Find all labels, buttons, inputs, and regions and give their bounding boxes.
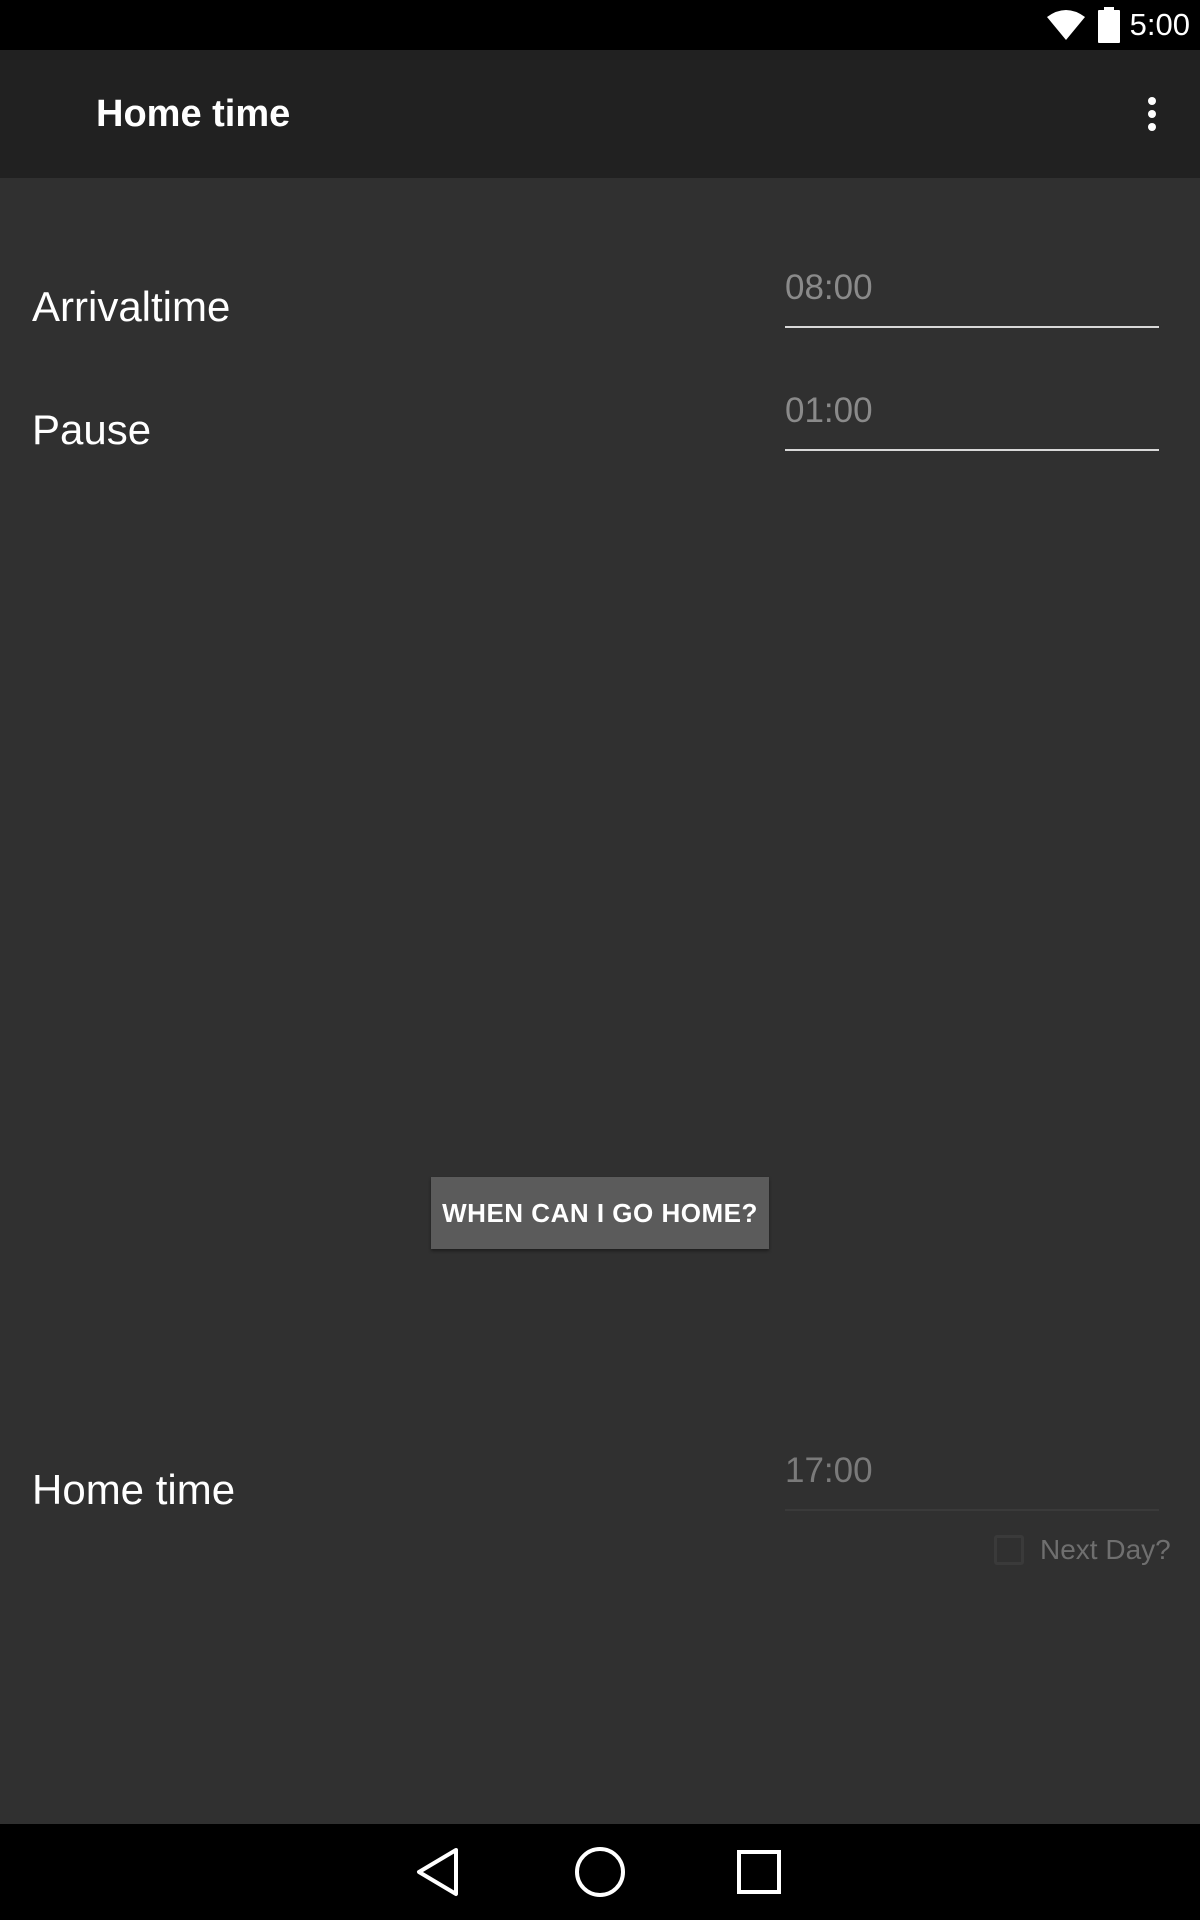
next-day-label: Next Day? bbox=[1040, 1534, 1171, 1565]
more-vert-icon[interactable] bbox=[1128, 90, 1176, 138]
arrival-time-label: Arrivaltime bbox=[32, 283, 231, 330]
recents-icon bbox=[737, 1850, 781, 1894]
home-time-label: Home time bbox=[32, 1466, 236, 1513]
status-clock: 5:00 bbox=[1129, 7, 1190, 42]
arrival-time-field[interactable]: 08:00 bbox=[785, 256, 1159, 328]
pause-field[interactable]: 01:00 bbox=[785, 379, 1159, 451]
home-button[interactable] bbox=[552, 1824, 648, 1920]
pause-value: 01:00 bbox=[785, 391, 873, 430]
status-icons: 5:00 bbox=[1046, 0, 1190, 50]
pause-label: Pause bbox=[32, 406, 152, 453]
back-button[interactable] bbox=[390, 1824, 486, 1920]
app-screen: 5:00 Home time Arrivaltime 08:00 Pause 0… bbox=[0, 0, 1200, 1920]
wifi-icon bbox=[1046, 10, 1085, 40]
more-vert-glyph bbox=[1148, 97, 1156, 131]
status-bar: 5:00 bbox=[0, 0, 1200, 50]
next-day-option[interactable]: Next Day? bbox=[994, 1534, 1171, 1566]
navigation-bar bbox=[0, 1824, 1200, 1920]
when-can-i-go-home-button[interactable]: WHEN CAN I GO HOME? bbox=[431, 1177, 769, 1249]
home-time-value: 17:00 bbox=[785, 1451, 873, 1490]
page-title: Home time bbox=[96, 93, 291, 135]
next-day-checkbox[interactable] bbox=[994, 1535, 1024, 1565]
home-icon bbox=[575, 1847, 625, 1897]
home-time-field: 17:00 bbox=[785, 1439, 1159, 1511]
app-bar: Home time bbox=[0, 50, 1200, 178]
recents-button[interactable] bbox=[711, 1824, 807, 1920]
arrival-time-value: 08:00 bbox=[785, 268, 873, 307]
back-icon bbox=[417, 1848, 458, 1896]
battery-icon bbox=[1097, 7, 1120, 43]
